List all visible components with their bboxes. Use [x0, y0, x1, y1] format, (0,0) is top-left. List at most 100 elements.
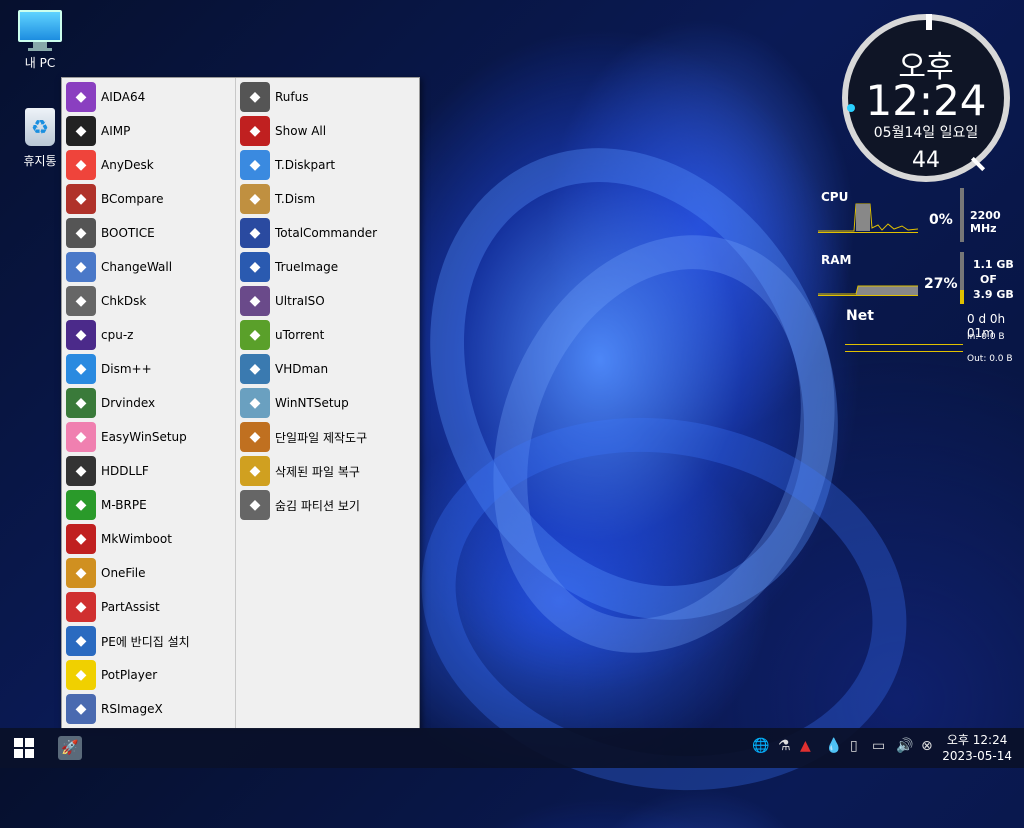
rufus-icon: ◆	[240, 82, 270, 112]
menu-item-onefile[interactable]: ◆ OneFile	[66, 556, 236, 590]
menu-item-label: Dism++	[101, 362, 152, 376]
chkdsk-icon: ◆	[66, 286, 96, 316]
menu-item-changewall[interactable]: ◆ ChangeWall	[66, 250, 236, 284]
network-triangle-icon[interactable]: ▲	[800, 738, 811, 754]
menu-item-label: RSImageX	[101, 702, 163, 716]
menu-item-label: Drvindex	[101, 396, 156, 410]
menu-item-hidden-partition[interactable]: ◆ 숨김 파티션 보기	[240, 488, 410, 522]
menu-item-rsimagex[interactable]: ◆ RSImageX	[66, 692, 236, 726]
taskbar-clock-time: 오후 12:24	[946, 733, 1008, 747]
totalcommander-icon: ◆	[240, 218, 270, 248]
menu-item-label: ChangeWall	[101, 260, 173, 274]
menu-item-easywinsetup[interactable]: ◆ EasyWinSetup	[66, 420, 236, 454]
desktop-icon-my-pc[interactable]: 내 PC	[8, 10, 72, 71]
menu-item-tdiskpart[interactable]: ◆ T.Diskpart	[240, 148, 410, 182]
menu-item-label: PotPlayer	[101, 668, 158, 682]
rsimagex-icon: ◆	[66, 694, 96, 724]
menu-item-label: WinNTSetup	[275, 396, 349, 410]
menu-item-chkdsk[interactable]: ◆ ChkDsk	[66, 284, 236, 318]
menu-item-label: UltraISO	[275, 294, 325, 308]
battery-icon[interactable]: ▭	[872, 738, 885, 754]
menu-item-label: Show All	[275, 124, 327, 138]
menu-item-partassist[interactable]: ◆ PartAssist	[66, 590, 236, 624]
menu-item-bootice[interactable]: ◆ BOOTICE	[66, 216, 236, 250]
ram-label: RAM	[821, 253, 852, 267]
menu-column-left: ◆ AIDA64 ◆ AIMP ◆ AnyDesk ◆ BCompare ◆ BOOTICE ◆ Ch…	[66, 80, 236, 726]
menu-item-file-recovery[interactable]: ◆ 삭제된 파일 복구	[240, 454, 410, 488]
menu-item-rufus[interactable]: ◆ Rufus	[240, 80, 410, 114]
menu-item-label: PartAssist	[101, 600, 160, 614]
menu-item-label: 삭제된 파일 복구	[275, 464, 360, 479]
taskbar-clock-date: 2023-05-14	[942, 749, 1012, 763]
ram-percent: 27%	[924, 276, 958, 292]
start-button[interactable]	[14, 738, 34, 758]
ram-used: 1.1 GB	[973, 258, 1014, 271]
cpu-percent: 0%	[929, 212, 953, 228]
menu-item-utorrent[interactable]: ◆ uTorrent	[240, 318, 410, 352]
menu-item-label: AnyDesk	[101, 158, 154, 172]
hddllf-icon: ◆	[66, 456, 96, 486]
close-circle-icon[interactable]: ⊗	[921, 738, 933, 754]
menu-item-label: ChkDsk	[101, 294, 147, 308]
menu-item-ultraiso[interactable]: ◆ UltraISO	[240, 284, 410, 318]
recycle-bin-icon: ♻	[18, 108, 62, 148]
menu-item-mbrpe[interactable]: ◆ M-BRPE	[66, 488, 236, 522]
menu-item-winntsetup[interactable]: ◆ WinNTSetup	[240, 386, 410, 420]
menu-item-totalcommander[interactable]: ◆ TotalCommander	[240, 216, 410, 250]
menu-item-trueimage[interactable]: ◆ TrueImage	[240, 250, 410, 284]
monitor-icon	[18, 10, 62, 51]
speaker-icon[interactable]: 🔊	[896, 738, 913, 754]
taskbar-clock[interactable]: 오후 12:24 2023-05-14	[942, 732, 1012, 764]
menu-item-label: EasyWinSetup	[101, 430, 187, 444]
menu-item-anydesk[interactable]: ◆ AnyDesk	[66, 148, 236, 182]
menu-item-show-all[interactable]: ◆ Show All	[240, 114, 410, 148]
menu-item-label: uTorrent	[275, 328, 325, 342]
desktop-icon-label: 내 PC	[24, 56, 56, 70]
rocket-launcher-icon[interactable]: 🚀	[58, 736, 82, 760]
mbrpe-icon: ◆	[66, 490, 96, 520]
cpu-frequency: 2200 MHz	[970, 209, 1001, 235]
windows-logo-icon	[14, 738, 23, 747]
mkwimboot-icon: ◆	[66, 524, 96, 554]
menu-item-label: BOOTICE	[101, 226, 155, 240]
menu-item-label: VHDman	[275, 362, 329, 376]
usb-tool-icon[interactable]: ⚗	[778, 738, 791, 754]
winntsetup-icon: ◆	[240, 388, 270, 418]
menu-item-dism-plus[interactable]: ◆ Dism++	[66, 352, 236, 386]
menu-item-cpuz[interactable]: ◆ cpu-z	[66, 318, 236, 352]
menu-item-aida64[interactable]: ◆ AIDA64	[66, 80, 236, 114]
usb-drive-icon[interactable]: ▯	[850, 738, 858, 754]
anydesk-icon: ◆	[66, 150, 96, 180]
menu-item-label: TotalCommander	[275, 226, 378, 240]
menu-item-label: AIDA64	[101, 90, 146, 104]
drop-icon[interactable]: 💧	[825, 738, 842, 754]
file-recovery-icon: ◆	[240, 456, 270, 486]
menu-item-single-file-maker[interactable]: ◆ 단일파일 제작도구	[240, 420, 410, 454]
menu-item-bcompare[interactable]: ◆ BCompare	[66, 182, 236, 216]
menu-item-label: 숨김 파티션 보기	[275, 498, 360, 513]
cpuz-icon: ◆	[66, 320, 96, 350]
clock-tick	[926, 14, 932, 30]
menu-column-right: ◆ Rufus ◆ Show All ◆ T.Diskpart ◆ T.Dism ◆ TotalC…	[240, 80, 410, 522]
aida64-icon: ◆	[66, 82, 96, 112]
partassist-icon: ◆	[66, 592, 96, 622]
tdiskpart-icon: ◆	[240, 150, 270, 180]
potplayer-icon: ◆	[66, 660, 96, 690]
menu-item-label: Rufus	[275, 90, 309, 104]
clock-gadget: 오후 12:24 05월14일 일요일 44	[842, 14, 1010, 182]
menu-item-drvindex[interactable]: ◆ Drvindex	[66, 386, 236, 420]
bootice-icon: ◆	[66, 218, 96, 248]
menu-item-hddllf[interactable]: ◆ HDDLLF	[66, 454, 236, 488]
menu-item-potplayer[interactable]: ◆ PotPlayer	[66, 658, 236, 692]
menu-item-label: T.Diskpart	[275, 158, 336, 172]
menu-item-vhdman[interactable]: ◆ VHDman	[240, 352, 410, 386]
globe-icon[interactable]: 🌐	[752, 738, 769, 754]
menu-item-mkwimboot[interactable]: ◆ MkWimboot	[66, 522, 236, 556]
menu-item-label: HDDLLF	[101, 464, 149, 478]
menu-item-tdism[interactable]: ◆ T.Dism	[240, 182, 410, 216]
ultraiso-icon: ◆	[240, 286, 270, 316]
ram-of: OF	[980, 273, 997, 286]
menu-item-label: PE에 반디집 설치	[101, 634, 190, 649]
menu-item-bandizip-installer[interactable]: ◆ PE에 반디집 설치	[66, 624, 236, 658]
menu-item-aimp[interactable]: ◆ AIMP	[66, 114, 236, 148]
